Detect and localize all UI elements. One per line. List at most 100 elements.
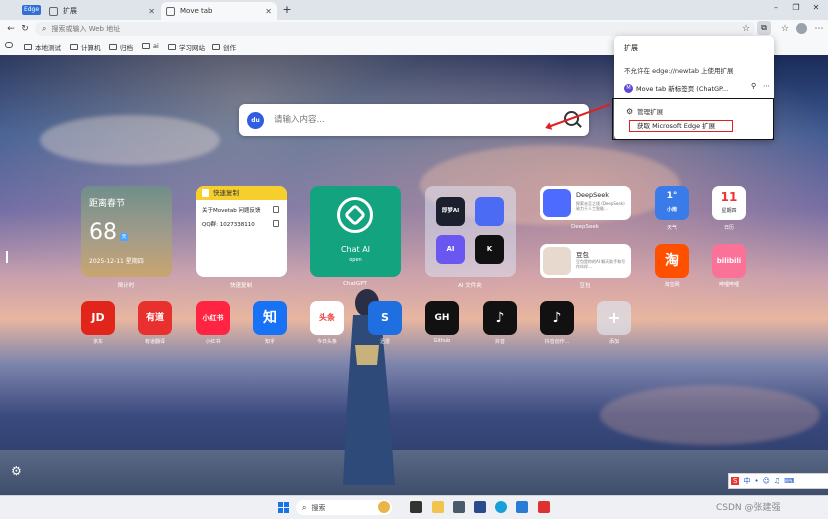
app-label: 哔哩哔哩 (718, 282, 739, 288)
avatar[interactable] (796, 23, 807, 34)
ime-punct-icon[interactable]: • (754, 477, 758, 485)
calendar-widget[interactable]: 11 星期四 (712, 186, 746, 220)
weather-widget[interactable]: 1° 小雨 (655, 186, 689, 220)
chatai-name: Chat AI (340, 245, 371, 254)
weather-condition: 小雨 (666, 207, 677, 213)
address-input[interactable] (51, 25, 552, 33)
douyin-creator-icon[interactable]: ♪ (540, 301, 574, 335)
jimeng-ai-icon[interactable]: 即梦AI (436, 197, 465, 226)
wps-icon[interactable] (538, 501, 550, 513)
copy-icon[interactable] (273, 206, 279, 213)
app-label: 抖音 (494, 339, 505, 345)
xiaohongshu-icon[interactable]: 小红书 (196, 301, 230, 335)
store-icon[interactable] (453, 501, 465, 513)
ime-toolbar[interactable]: S 中 • ☺ ♫ ⌨ (728, 473, 828, 489)
extensions-button[interactable]: ⧉ (757, 21, 771, 35)
ghost-ai-icon[interactable] (475, 197, 504, 226)
ime-mic-icon[interactable]: ♫ (774, 477, 780, 485)
pin-icon[interactable]: ⚲ (751, 82, 756, 90)
chatai-open: open (349, 257, 362, 263)
zhihu-icon[interactable]: 知 (253, 301, 287, 335)
gear-icon[interactable]: ⚙ (11, 465, 24, 478)
chatgpt-widget[interactable]: Chat AI open (310, 186, 401, 277)
profile-badge[interactable]: Edge (22, 5, 41, 15)
back-icon[interactable]: ← (5, 23, 17, 35)
minimize-icon[interactable]: – (770, 3, 782, 12)
not-allowed-message: 不允许在 edge://newtab 上使用扩展 (624, 67, 734, 75)
folder-icon (142, 43, 150, 49)
new-tab-button[interactable]: + (281, 3, 293, 17)
tab-extensions[interactable]: 扩展 ✕ (44, 2, 160, 20)
doubao-desc: 豆包是你的AI 聊天助手和写作伙伴… (576, 259, 626, 269)
copy-line: 关于Movetab 问题反馈 (202, 208, 261, 214)
app-icon[interactable] (474, 501, 486, 513)
toutiao-icon[interactable]: 头条 (310, 301, 344, 335)
folder-icon (24, 44, 32, 50)
extension-item[interactable]: M Move tab 新标签页 (ChatGP... ⚲ ⋯ (624, 82, 770, 94)
bookmark-folder[interactable]: ai (142, 42, 159, 50)
bookmark-folder[interactable]: 归档 (109, 42, 133, 52)
app-label: 添加 (608, 339, 619, 345)
ai-folder[interactable]: 即梦AI AI K (425, 186, 516, 277)
folder-icon (212, 44, 220, 50)
tab-move-tab[interactable]: Move tab ✕ (161, 2, 277, 20)
cloud (40, 115, 220, 165)
ime-emoji-icon[interactable]: ☺ (763, 477, 770, 485)
add-app-button[interactable]: + (597, 301, 631, 335)
cloud (600, 385, 820, 445)
kling-ai-icon[interactable]: K (475, 235, 504, 264)
copy-icon[interactable] (273, 220, 279, 227)
bookmark-app-icon[interactable] (5, 42, 16, 48)
refresh-icon[interactable]: ↻ (19, 23, 31, 35)
edge-icon[interactable] (495, 501, 507, 513)
countdown-days: 68 (89, 220, 117, 245)
windows-start-icon[interactable] (278, 502, 289, 513)
quick-copy-widget[interactable]: 快速复制 关于Movetab 问题反馈 QQ群: 1027338110 (196, 186, 287, 277)
widget-icon[interactable] (378, 501, 390, 513)
baidu-logo-icon[interactable]: du (247, 111, 264, 129)
ime-lang-icon[interactable]: 中 (743, 476, 750, 486)
task-view-icon[interactable] (410, 501, 422, 513)
tab-strip: Edge 扩展 ✕ Move tab ✕ + – ❐ ✕ (0, 0, 828, 20)
bookmark-folder[interactable]: 本地测试 (24, 42, 61, 52)
manage-extensions-item[interactable]: ⚙ 管理扩展 (626, 106, 663, 117)
file-explorer-icon[interactable] (432, 501, 444, 513)
favorites-icon[interactable]: ☆ (779, 23, 791, 35)
close-window-icon[interactable]: ✕ (810, 3, 822, 12)
taobao-icon[interactable]: 淘 (655, 244, 689, 278)
close-icon[interactable]: ✕ (265, 7, 272, 16)
restore-icon[interactable]: ❐ (790, 3, 802, 12)
search-bar[interactable]: du (239, 104, 589, 136)
deepseek-title: DeepSeek (576, 191, 610, 199)
tab-label: Move tab (180, 7, 213, 15)
youdao-icon[interactable]: 有道 (138, 301, 172, 335)
calendar-weekday: 星期四 (721, 208, 737, 214)
countdown-date: 2025-12-11 星期四 (89, 258, 144, 265)
bilibili-icon[interactable]: bilibili (712, 244, 746, 278)
app-icon[interactable] (516, 501, 528, 513)
address-bar[interactable]: ⌕ (35, 22, 755, 36)
bookmark-folder[interactable]: 计算机 (70, 42, 101, 52)
countdown-widget[interactable]: 距离春节 68 天 2025-12-11 星期四 (81, 186, 172, 277)
get-extensions-link[interactable]: 获取 Microsoft Edge 扩展 (629, 120, 733, 132)
widget-label: 快速复制 (229, 283, 252, 289)
ai-icon[interactable]: AI (436, 235, 465, 264)
ime-keyboard-icon[interactable]: ⌨ (784, 477, 794, 485)
sidebar-handle[interactable] (6, 251, 8, 263)
app-label: Github (433, 338, 451, 344)
more-icon[interactable]: ⋯ (813, 23, 825, 35)
app-label: 知乎 (264, 339, 275, 345)
jd-icon[interactable]: JD (81, 301, 115, 335)
doubao-card[interactable]: 豆包 豆包是你的AI 聊天助手和写作伙伴… (540, 244, 631, 278)
bookmark-folder[interactable]: 创作 (212, 42, 236, 52)
more-icon[interactable]: ⋯ (763, 82, 770, 90)
search-input[interactable] (272, 114, 556, 126)
bookmark-folder[interactable]: 学习网站 (168, 42, 205, 52)
github-icon[interactable]: GH (425, 301, 459, 335)
xunlei-icon[interactable]: S (368, 301, 402, 335)
page-icon (166, 6, 175, 16)
deepseek-card[interactable]: DeepSeek 探索未至之境 (DeepSeek) 致力于人工智能… (540, 186, 631, 220)
douyin-icon[interactable]: ♪ (483, 301, 517, 335)
favorite-star-icon[interactable]: ☆ (740, 23, 752, 35)
close-icon[interactable]: ✕ (148, 7, 155, 16)
